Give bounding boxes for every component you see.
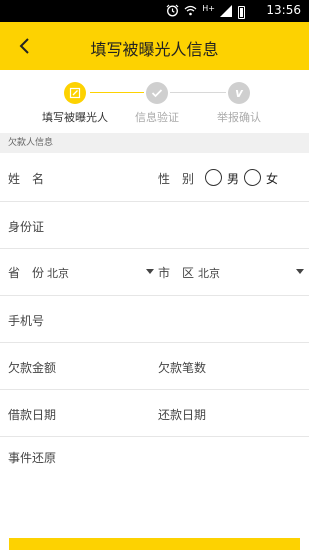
step-1-edit-icon xyxy=(64,82,86,104)
step-3-v-icon: v xyxy=(228,82,250,104)
header-bar: 填写被曝光人信息 xyxy=(0,22,309,70)
amount-label: 欠款金额 xyxy=(8,361,57,375)
step-connector xyxy=(170,92,226,93)
chevron-down-icon xyxy=(296,269,304,274)
phone-label: 手机号 xyxy=(8,314,45,328)
name-input[interactable] xyxy=(50,161,150,191)
city-label: 市 区 xyxy=(158,266,195,280)
amount-input[interactable] xyxy=(60,351,150,381)
form-row-dates: 借款日期 还款日期 xyxy=(0,390,309,436)
form-row-description: 事件还原 xyxy=(0,437,309,537)
gender-label: 性 别 xyxy=(158,172,195,186)
battery-icon xyxy=(238,5,245,19)
province-value: 北京 xyxy=(47,267,69,280)
status-icons: H+ xyxy=(166,4,245,20)
form-row-id: 身份证 xyxy=(0,202,309,248)
network-type: H+ xyxy=(202,3,215,13)
name-label: 姓 名 xyxy=(8,172,45,186)
description-textarea[interactable] xyxy=(8,469,300,533)
form-row-name-gender: 姓 名 性 别 男 女 xyxy=(0,153,309,201)
repay-date-input[interactable] xyxy=(210,398,300,428)
next-button[interactable] xyxy=(9,538,300,550)
city-select[interactable]: 北京 xyxy=(196,255,306,287)
form-row-region: 省 份 北京 市 区 北京 xyxy=(0,249,309,295)
page-title: 填写被曝光人信息 xyxy=(90,40,219,59)
repay-date-label: 还款日期 xyxy=(158,408,207,422)
province-label: 省 份 xyxy=(8,266,45,280)
step-1-label: 填写被曝光人 xyxy=(42,111,108,124)
form-row-debt: 欠款金额 欠款笔数 xyxy=(0,343,309,389)
gender-female-radio[interactable] xyxy=(244,169,261,186)
wifi-icon xyxy=(184,5,197,19)
signal-icon xyxy=(220,4,233,20)
province-select[interactable]: 北京 xyxy=(46,255,156,287)
count-input[interactable] xyxy=(210,351,300,381)
alarm-icon xyxy=(166,4,179,20)
gender-male-radio[interactable] xyxy=(205,169,222,186)
gender-male-label: 男 xyxy=(227,172,240,186)
description-label: 事件还原 xyxy=(8,451,57,465)
borrow-date-label: 借款日期 xyxy=(8,408,57,422)
status-bar: H+ 13:56 xyxy=(0,0,309,22)
city-value: 北京 xyxy=(198,267,220,280)
step-2-check-icon xyxy=(146,82,168,104)
section-header: 欠款人信息 xyxy=(0,133,309,153)
step-indicator: 填写被曝光人 信息验证 v 举报确认 xyxy=(0,70,309,133)
clock: 13:56 xyxy=(266,3,301,17)
id-label: 身份证 xyxy=(8,220,45,234)
id-input[interactable] xyxy=(50,210,300,240)
chevron-down-icon xyxy=(146,269,154,274)
phone-input[interactable] xyxy=(50,304,300,334)
borrow-date-input[interactable] xyxy=(60,398,150,428)
count-label: 欠款笔数 xyxy=(158,361,207,375)
step-2-label: 信息验证 xyxy=(135,111,179,124)
gender-female-label: 女 xyxy=(266,172,279,186)
form-row-phone: 手机号 xyxy=(0,296,309,342)
step-connector xyxy=(90,92,144,93)
step-3-label: 举报确认 xyxy=(217,111,261,124)
